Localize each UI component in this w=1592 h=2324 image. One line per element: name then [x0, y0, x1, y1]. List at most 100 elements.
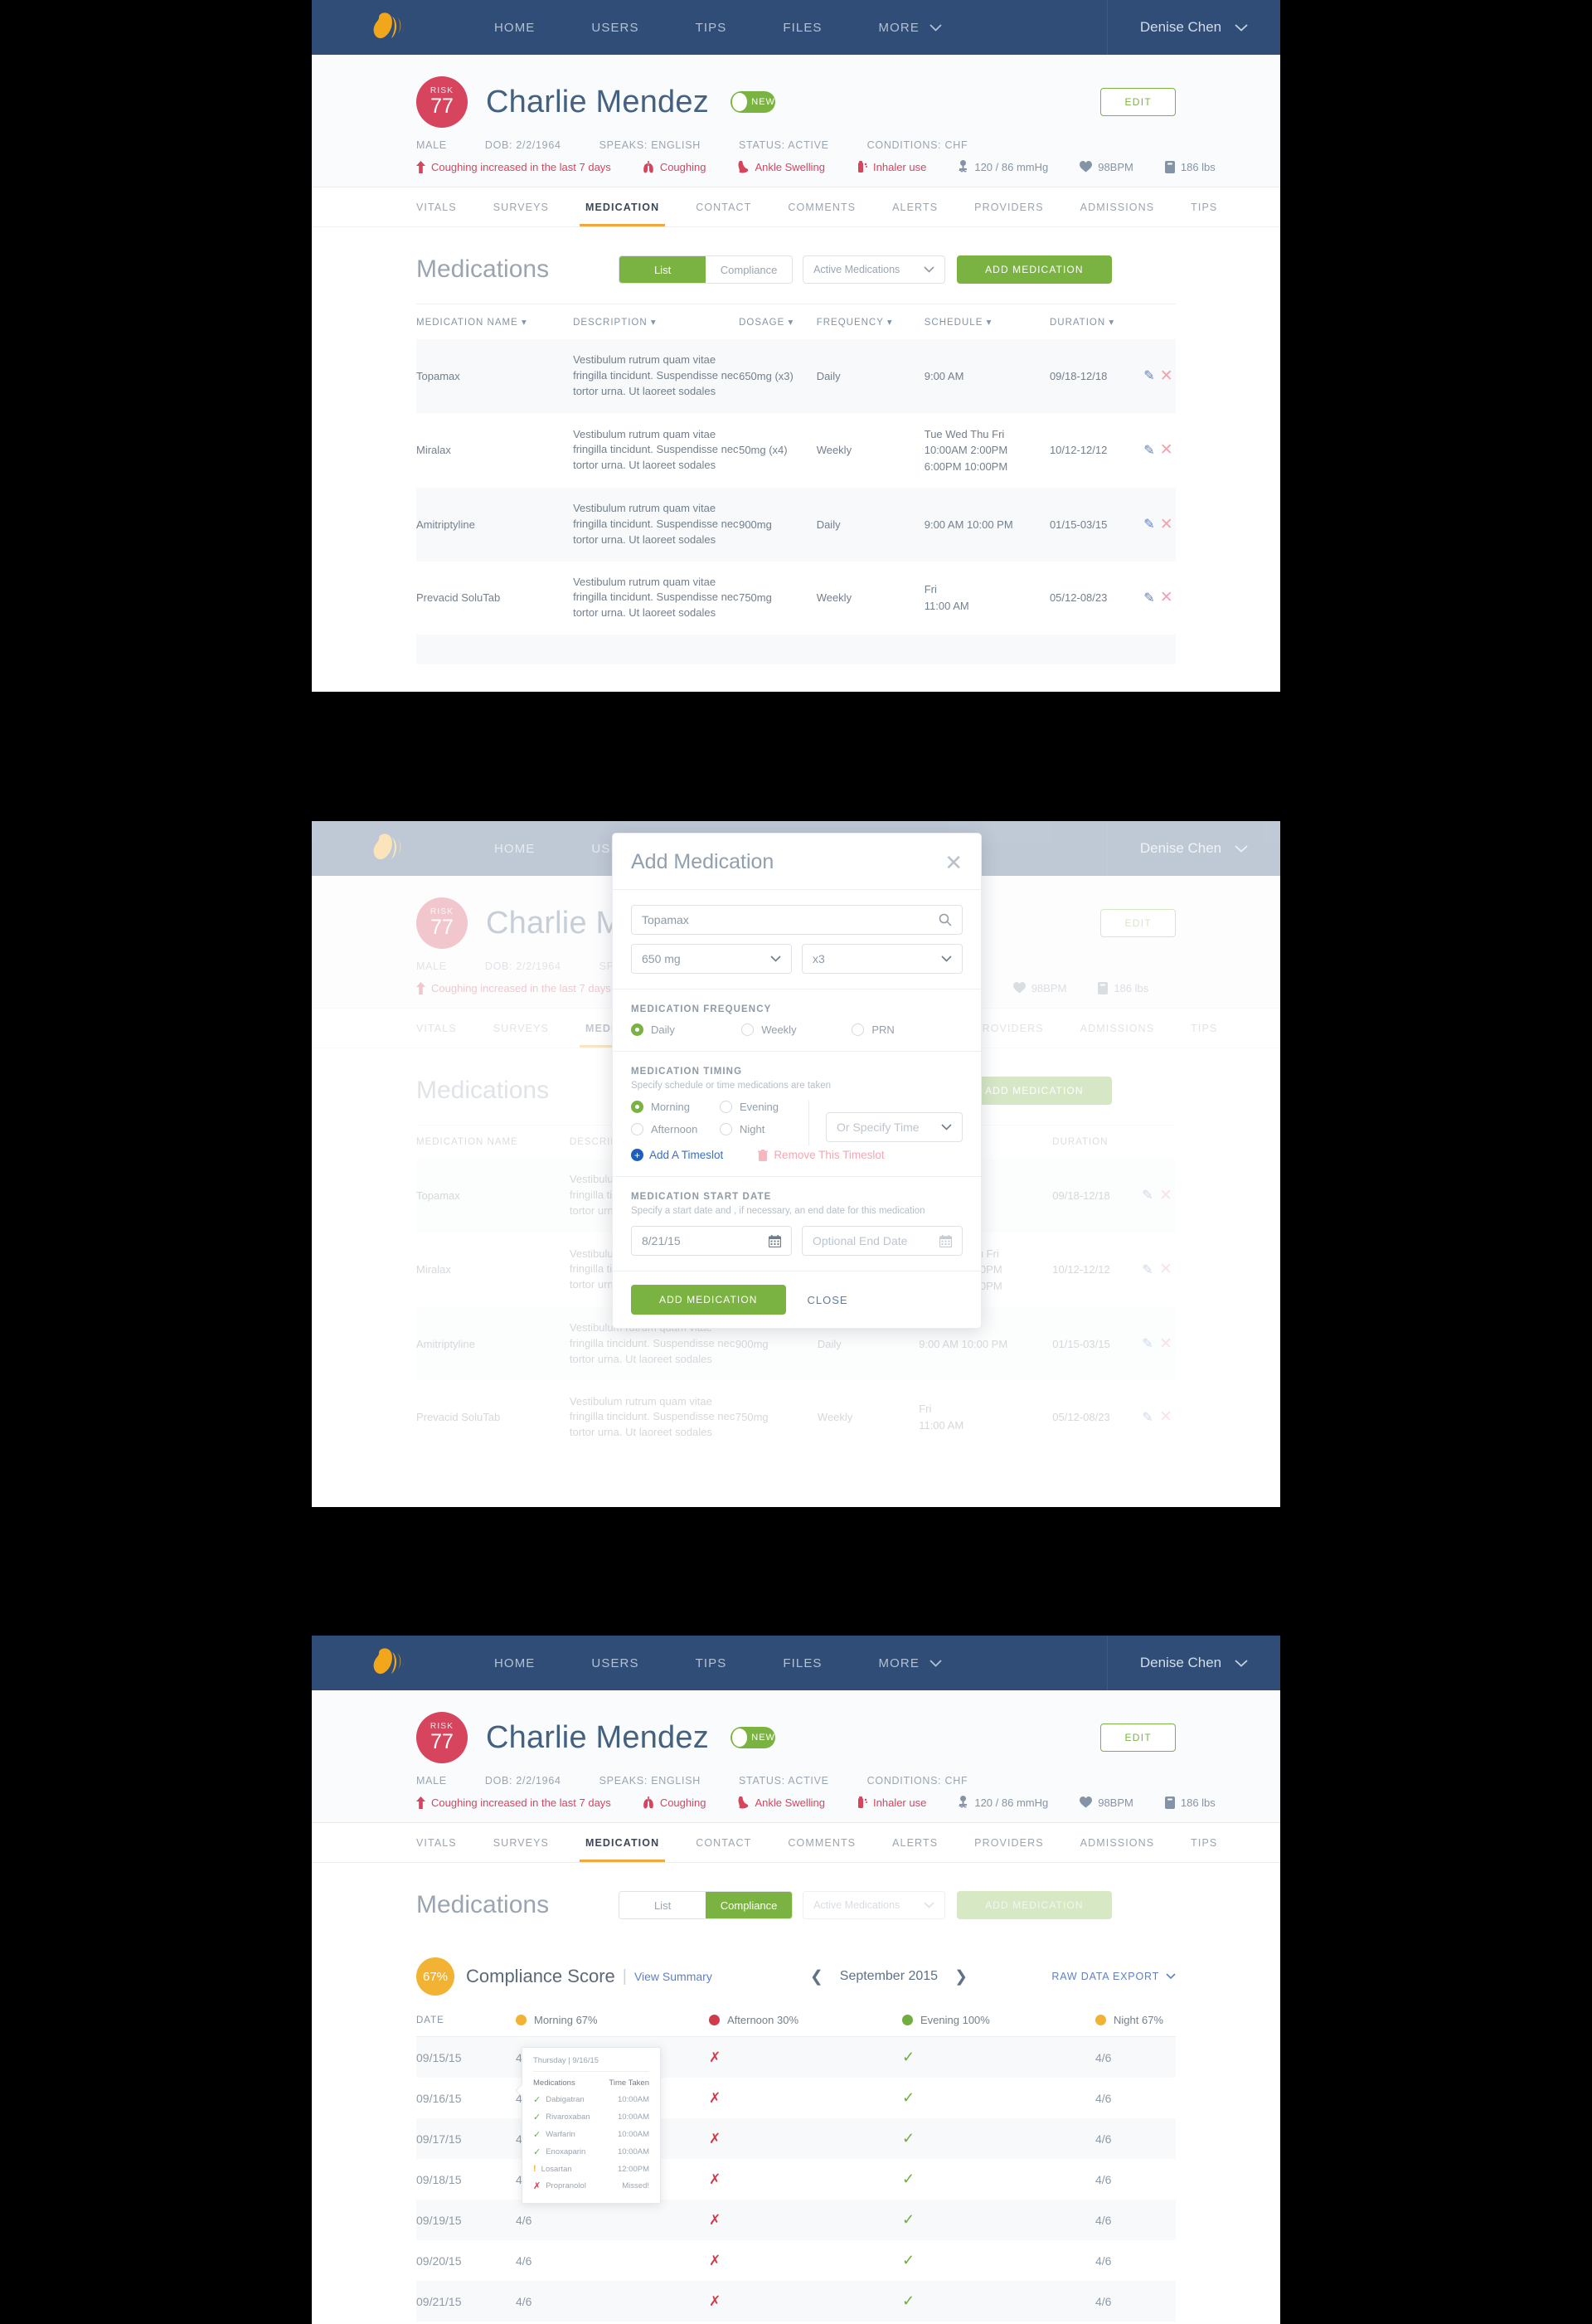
close-x-icon[interactable]: ✕	[1160, 367, 1173, 385]
radio-frequency-prn[interactable]: PRN	[852, 1023, 962, 1036]
tab-surveys[interactable]: SURVEYS	[475, 1823, 567, 1862]
new-status-toggle[interactable]: NEW	[730, 1727, 775, 1748]
tab-medication[interactable]: MEDICATION	[567, 187, 677, 226]
nav-item-files[interactable]: FILES	[755, 21, 850, 35]
add-timeslot-button[interactable]: + Add A Timeslot	[631, 1149, 723, 1161]
medication-filter-select[interactable]: Active Medications	[803, 1891, 946, 1919]
close-x-icon[interactable]: ✕	[1160, 441, 1173, 459]
tab-tips[interactable]: TIPS	[1172, 1009, 1235, 1048]
specify-time-select[interactable]: Or Specify Time	[826, 1112, 963, 1142]
edit-button[interactable]: EDIT	[1100, 909, 1176, 937]
tab-providers[interactable]: PROVIDERS	[956, 1823, 1062, 1862]
new-status-toggle[interactable]: NEW	[730, 91, 775, 113]
col-medication-name[interactable]: MEDICATION NAME ▾	[416, 304, 574, 339]
pencil-icon[interactable]: ✎	[1142, 1411, 1153, 1425]
modal-submit-button[interactable]: ADD MEDICATION	[631, 1285, 786, 1315]
tab-vitals[interactable]: VITALS	[416, 1009, 475, 1048]
app-logo[interactable]	[312, 1646, 466, 1680]
tab-admissions[interactable]: ADMISSIONS	[1062, 1009, 1173, 1048]
tab-providers[interactable]: PROVIDERS	[956, 187, 1062, 226]
pencil-icon[interactable]: ✎	[1143, 444, 1154, 458]
col-duration[interactable]: DURATION	[1052, 1125, 1139, 1159]
tab-medication[interactable]: MEDICATION	[567, 1823, 677, 1862]
tab-comments[interactable]: COMMENTS	[769, 187, 874, 226]
pencil-icon[interactable]: ✎	[1142, 1189, 1153, 1203]
end-date-input[interactable]: Optional End Date	[802, 1226, 963, 1256]
edit-button[interactable]: EDIT	[1100, 88, 1176, 116]
dose-select[interactable]: 650 mg	[631, 944, 792, 974]
start-date-input[interactable]: 8/21/15	[631, 1226, 792, 1256]
col-description[interactable]: DESCRIPTION ▾	[573, 304, 740, 339]
close-icon[interactable]: ✕	[944, 852, 963, 873]
user-menu[interactable]: Denise Chen	[1107, 821, 1280, 876]
raw-data-export-button[interactable]: RAW DATA EXPORT	[1051, 1971, 1176, 1982]
pencil-icon[interactable]: ✎	[1142, 1263, 1153, 1277]
medication-filter-select[interactable]: Active Medications	[803, 255, 946, 284]
table-row[interactable]: 09/20/15 4/6 ✗ ✓ 4/6	[416, 2240, 1176, 2281]
close-x-icon[interactable]: ✕	[1160, 516, 1173, 533]
multiplier-select[interactable]: x3	[802, 944, 963, 974]
col-medication-name[interactable]: MEDICATION NAME	[416, 1125, 570, 1159]
tab-admissions[interactable]: ADMISSIONS	[1062, 1823, 1173, 1862]
col-schedule[interactable]: SCHEDULE ▾	[924, 304, 1050, 339]
modal-close-link[interactable]: CLOSE	[808, 1294, 848, 1306]
close-x-icon[interactable]: ✕	[1159, 1261, 1172, 1278]
nav-item-more[interactable]: MORE	[851, 1656, 970, 1670]
radio-frequency-weekly[interactable]: Weekly	[741, 1023, 852, 1036]
nav-item-users[interactable]: USERS	[563, 21, 667, 35]
tab-tips[interactable]: TIPS	[1172, 187, 1235, 226]
pencil-icon[interactable]: ✎	[1142, 1337, 1153, 1351]
nav-item-home[interactable]: HOME	[466, 1656, 563, 1670]
tab-alerts[interactable]: ALERTS	[874, 187, 956, 226]
tab-surveys[interactable]: SURVEYS	[475, 187, 567, 226]
user-menu[interactable]: Denise Chen	[1107, 0, 1280, 55]
table-row[interactable]: 09/21/15 4/6 ✗ ✓ 4/6	[416, 2281, 1176, 2322]
radio-timing-afternoon[interactable]: Afternoon	[631, 1123, 720, 1135]
view-toggle-list[interactable]: List	[619, 256, 706, 283]
nav-item-users[interactable]: USERS	[563, 1656, 667, 1670]
view-toggle-list[interactable]: List	[619, 1892, 706, 1918]
tab-vitals[interactable]: VITALS	[416, 1823, 475, 1862]
tab-comments[interactable]: COMMENTS	[769, 1823, 874, 1862]
chevron-left-icon[interactable]: ❮	[810, 1967, 823, 1986]
pencil-icon[interactable]: ✎	[1143, 591, 1154, 605]
nav-item-more[interactable]: MORE	[851, 21, 970, 35]
nav-item-files[interactable]: FILES	[755, 1656, 850, 1670]
medication-search-input[interactable]: Topamax	[631, 905, 963, 935]
view-toggle-compliance[interactable]: Compliance	[706, 1892, 793, 1918]
remove-timeslot-button[interactable]: Remove This Timeslot	[758, 1149, 885, 1161]
nav-item-tips[interactable]: TIPS	[667, 1656, 755, 1670]
table-row[interactable]: Prevacid SoluTab Vestibulum rutrum quam …	[416, 1381, 1176, 1455]
tab-tips[interactable]: TIPS	[1172, 1823, 1235, 1862]
table-row[interactable]: 09/19/15 4/6 ✗ ✓ 4/6	[416, 2200, 1176, 2240]
col-frequency[interactable]: FREQUENCY ▾	[816, 304, 925, 339]
user-menu[interactable]: Denise Chen	[1107, 1636, 1280, 1690]
close-x-icon[interactable]: ✕	[1159, 1335, 1172, 1353]
pencil-icon[interactable]: ✎	[1143, 369, 1154, 383]
add-medication-button[interactable]: ADD MEDICATION	[957, 255, 1112, 284]
table-row[interactable]	[416, 634, 1176, 665]
col-duration[interactable]: DURATION ▾	[1049, 304, 1142, 339]
close-x-icon[interactable]: ✕	[1159, 1408, 1172, 1426]
radio-timing-evening[interactable]: Evening	[720, 1101, 808, 1113]
nav-item-tips[interactable]: TIPS	[667, 21, 755, 35]
tab-admissions[interactable]: ADMISSIONS	[1062, 187, 1173, 226]
pencil-icon[interactable]: ✎	[1143, 518, 1154, 532]
col-dosage[interactable]: DOSAGE ▾	[739, 304, 817, 339]
table-row[interactable]: Amitriptyline Vestibulum rutrum quam vit…	[416, 488, 1176, 562]
tab-surveys[interactable]: SURVEYS	[475, 1009, 567, 1048]
chevron-right-icon[interactable]: ❯	[954, 1967, 968, 1986]
table-row[interactable]: Topamax Vestibulum rutrum quam vitae fri…	[416, 339, 1176, 413]
radio-timing-night[interactable]: Night	[720, 1123, 808, 1135]
app-logo[interactable]	[312, 832, 466, 865]
edit-button[interactable]: EDIT	[1100, 1724, 1176, 1752]
radio-frequency-daily[interactable]: Daily	[631, 1023, 741, 1036]
nav-item-home[interactable]: HOME	[466, 21, 563, 35]
tab-contact[interactable]: CONTACT	[677, 187, 769, 226]
app-logo[interactable]	[312, 11, 466, 44]
tab-vitals[interactable]: VITALS	[416, 187, 475, 226]
tab-contact[interactable]: CONTACT	[677, 1823, 769, 1862]
close-x-icon[interactable]: ✕	[1160, 589, 1173, 606]
close-x-icon[interactable]: ✕	[1159, 1187, 1172, 1204]
view-summary-link[interactable]: View Summary	[634, 1970, 712, 1983]
